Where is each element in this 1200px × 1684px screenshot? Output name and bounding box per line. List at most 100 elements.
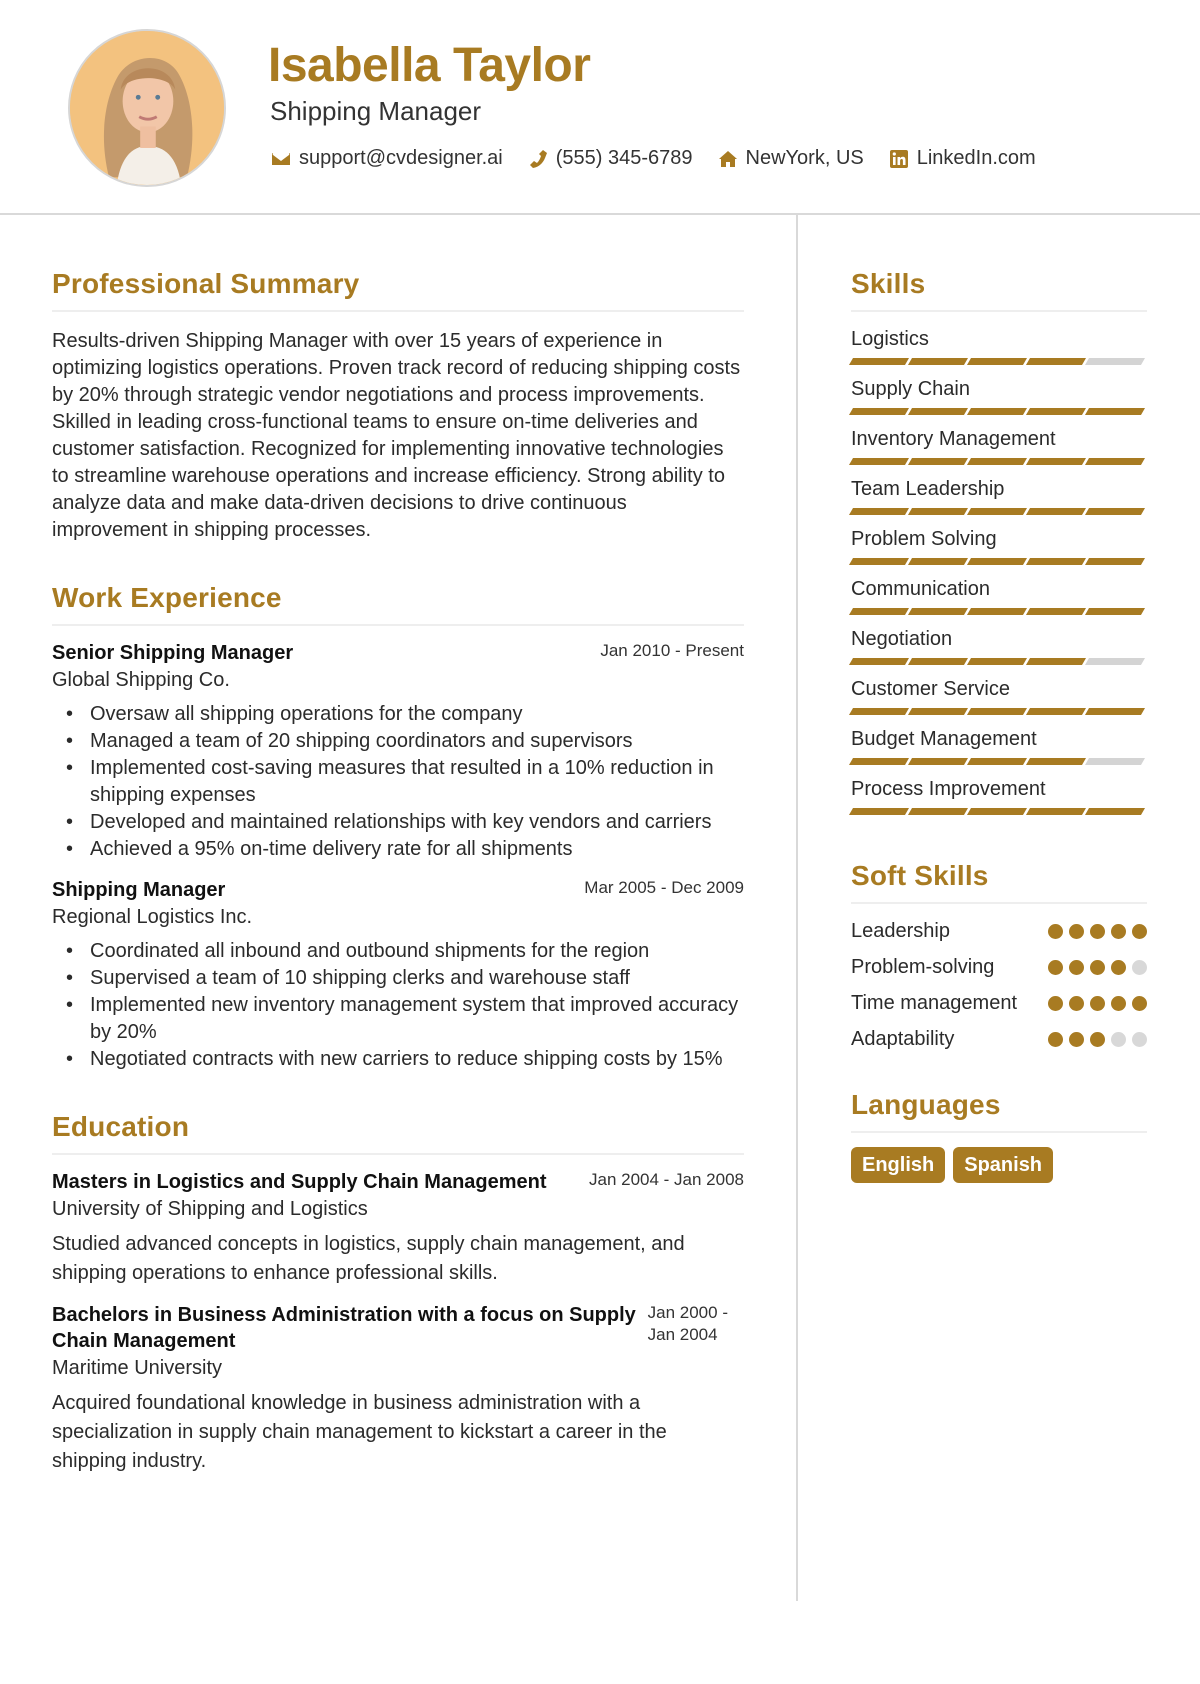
rating-dot-filled xyxy=(1048,924,1063,939)
education-entry: Masters in Logistics and Supply Chain Ma… xyxy=(52,1169,744,1288)
skill-segment-filled xyxy=(1025,658,1087,665)
education-entries: Masters in Logistics and Supply Chain Ma… xyxy=(52,1169,744,1476)
soft-skill-rating xyxy=(1042,924,1147,939)
contact-linkedin[interactable]: LinkedIn.com xyxy=(888,147,1036,170)
skill-name: Budget Management xyxy=(851,728,1037,750)
skill-segment-filled xyxy=(907,408,969,415)
skill-segment-filled xyxy=(966,408,1028,415)
achievement-item: Supervised a team of 10 shipping clerks … xyxy=(52,965,744,992)
contact-location-text: NewYork, US xyxy=(745,147,864,169)
education-entry-header: Bachelors in Business Administration wit… xyxy=(52,1302,744,1354)
rating-dot-filled xyxy=(1090,996,1105,1011)
skill-segment-filled xyxy=(1025,558,1087,565)
soft-skill-name: Adaptability xyxy=(851,1028,955,1050)
skill-segment-filled xyxy=(1084,458,1146,465)
skill-segment-filled xyxy=(1025,808,1087,815)
phone-icon xyxy=(527,148,549,170)
skill-segment-filled xyxy=(907,658,969,665)
achievement-item: Managed a team of 20 shipping coordinato… xyxy=(52,728,744,755)
skill-level-bar xyxy=(848,808,1147,815)
summary-section: Professional Summary Results-driven Ship… xyxy=(52,268,744,544)
sidebar-column: Skills Logistics Supply Chain Inventory Ma… xyxy=(848,268,1147,1183)
job-role: Senior Shipping Manager xyxy=(52,642,294,664)
rating-dot-filled xyxy=(1069,1032,1084,1047)
skill-segment-filled xyxy=(966,508,1028,515)
skill-segment-filled xyxy=(848,608,910,615)
soft-skill-name: Leadership xyxy=(851,920,950,942)
skill-name: Customer Service xyxy=(851,678,1010,700)
skill-name: Logistics xyxy=(851,328,929,350)
skill-item: Inventory Management xyxy=(848,426,1147,476)
skill-segment-filled xyxy=(907,508,969,515)
job-date: Mar 2005 - Dec 2009 xyxy=(584,878,744,897)
section-heading: Soft Skills xyxy=(851,860,989,891)
profile-photo-illustration xyxy=(70,31,224,185)
achievement-list: Oversaw all shipping operations for the … xyxy=(52,701,744,863)
section-divider xyxy=(851,902,1147,904)
soft-skill-name: Problem-solving xyxy=(851,956,995,978)
skill-name: Communication xyxy=(851,578,990,600)
education-description: Acquired foundational knowledge in busin… xyxy=(52,1392,667,1472)
skill-segment-filled xyxy=(1084,808,1146,815)
skill-segment-filled xyxy=(1084,408,1146,415)
skill-segment-empty xyxy=(1084,358,1146,365)
education-description: Studied advanced concepts in logistics, … xyxy=(52,1233,685,1284)
skill-segment-filled xyxy=(907,558,969,565)
rating-dot-filled xyxy=(1090,1032,1105,1047)
section-divider xyxy=(52,624,744,626)
soft-skill-item: Adaptability xyxy=(851,1026,1147,1053)
skill-segment-filled xyxy=(1084,558,1146,565)
skill-name: Negotiation xyxy=(851,628,953,650)
skill-segment-filled xyxy=(848,508,910,515)
achievement-item: Coordinated all inbound and outbound shi… xyxy=(52,938,744,965)
contact-email[interactable]: support@cvdesigner.ai xyxy=(270,147,503,170)
contact-list: support@cvdesigner.ai (555) 345-6789 New… xyxy=(270,147,1060,170)
contact-linkedin-text: LinkedIn.com xyxy=(916,147,1036,169)
rating-dot-filled xyxy=(1090,924,1105,939)
skill-segment-filled xyxy=(848,758,910,765)
skill-item: Problem Solving xyxy=(848,526,1147,576)
soft-skill-rating xyxy=(1042,960,1147,975)
school-name: University of Shipping and Logistics xyxy=(52,1198,368,1220)
soft-skills-section: Soft Skills Leadership Problem-solving Tim… xyxy=(851,860,1147,1053)
skill-segment-filled xyxy=(1084,508,1146,515)
rating-dot-filled xyxy=(1111,924,1126,939)
section-divider xyxy=(52,310,744,312)
skill-segment-filled xyxy=(907,458,969,465)
work-entries: Senior Shipping Manager Jan 2010 - Presen… xyxy=(52,640,744,1073)
school-name: Maritime University xyxy=(52,1357,223,1379)
job-role: Shipping Manager xyxy=(52,879,226,901)
skill-level-bar xyxy=(848,408,1147,415)
soft-skill-item: Problem-solving xyxy=(851,954,1147,981)
rating-dot-filled xyxy=(1111,960,1126,975)
contact-phone[interactable]: (555) 345-6789 xyxy=(527,147,693,170)
resume-header: Isabella Taylor Shipping Manager support… xyxy=(0,0,1200,215)
skill-segment-filled xyxy=(848,558,910,565)
skill-level-bar xyxy=(848,358,1147,365)
skill-name: Process Improvement xyxy=(851,778,1046,800)
skill-segment-filled xyxy=(966,808,1028,815)
contact-phone-text: (555) 345-6789 xyxy=(555,147,693,169)
skill-segment-filled xyxy=(907,758,969,765)
skill-level-bar xyxy=(848,608,1147,615)
skill-level-bar xyxy=(848,758,1147,765)
skill-item: Supply Chain xyxy=(848,376,1147,426)
skill-segment-filled xyxy=(1025,358,1087,365)
skill-segment-filled xyxy=(1025,458,1087,465)
skill-segment-filled xyxy=(848,708,910,715)
skills-section: Skills Logistics Supply Chain Inventory Ma… xyxy=(848,268,1147,826)
languages-list: English Spanish xyxy=(851,1147,1147,1183)
soft-skill-name: Time management xyxy=(851,992,1017,1014)
column-divider xyxy=(796,215,798,1601)
section-divider xyxy=(851,1131,1147,1133)
language-badge: English xyxy=(851,1147,946,1183)
skill-item: Communication xyxy=(848,576,1147,626)
section-divider xyxy=(52,1153,744,1155)
achievement-item: Achieved a 95% on-time delivery rate for… xyxy=(52,836,744,863)
work-entry-header: Shipping Manager Mar 2005 - Dec 2009 xyxy=(52,877,744,903)
skill-item: Budget Management xyxy=(848,726,1147,776)
skill-name: Team Leadership xyxy=(851,478,1005,500)
language-badge: Spanish xyxy=(953,1147,1054,1183)
skill-segment-empty xyxy=(1084,658,1146,665)
skill-name: Problem Solving xyxy=(851,528,997,550)
